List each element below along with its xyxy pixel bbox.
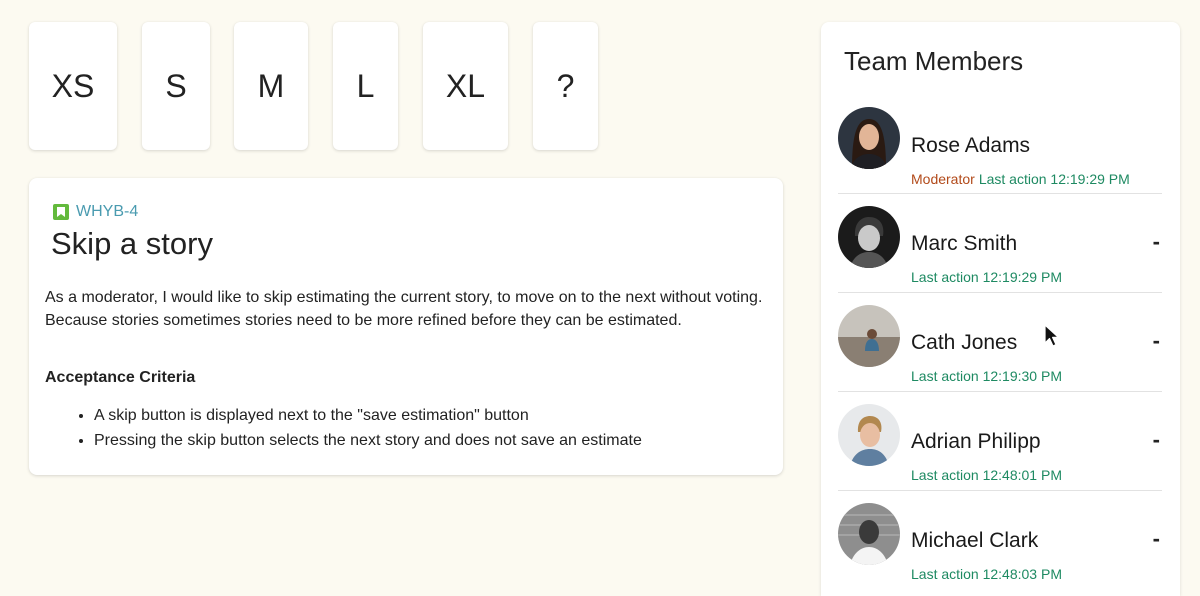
- card-xl[interactable]: XL: [423, 22, 508, 150]
- member-last-action: Last action 12:19:29 PM: [911, 269, 1062, 285]
- member-estimate: -: [1152, 427, 1160, 452]
- member-role: Moderator: [911, 171, 975, 187]
- member-rose-adams: Rose Adams Moderator Last action 12:19:29…: [821, 94, 1180, 193]
- acceptance-criteria-list: A skip button is displayed next to the "…: [45, 403, 642, 453]
- member-marc-smith: Marc Smith Last action 12:19:29 PM -: [821, 193, 1180, 292]
- divider: [838, 490, 1162, 491]
- team-members-title: Team Members: [844, 46, 1024, 76]
- member-name: Adrian Philipp: [911, 430, 1041, 453]
- criteria-item: A skip button is displayed next to the "…: [94, 403, 642, 428]
- member-cath-jones: Cath Jones Last action 12:19:30 PM -: [821, 292, 1180, 391]
- bookmark-icon: [53, 204, 69, 220]
- story-key-link[interactable]: WHYB-4: [76, 203, 138, 221]
- avatar: [838, 206, 900, 268]
- member-last-action: Last action 12:19:30 PM: [911, 368, 1062, 384]
- acceptance-criteria-heading: Acceptance Criteria: [45, 369, 196, 386]
- divider: [838, 193, 1162, 194]
- member-meta: Moderator Last action 12:19:29 PM: [911, 171, 1130, 187]
- member-estimate: -: [1152, 229, 1160, 254]
- member-name: Rose Adams: [911, 134, 1031, 157]
- member-last-action: Last action 12:48:01 PM: [911, 467, 1062, 483]
- avatar: [838, 107, 900, 169]
- member-name: Michael Clark: [911, 529, 1039, 552]
- story-panel: WHYB-4 Skip a story As a moderator, I wo…: [29, 178, 783, 475]
- team-members-panel: Team Members Rose Adams Moderator Last ac…: [821, 22, 1180, 596]
- story-description: As a moderator, I would like to skip est…: [45, 289, 763, 329]
- member-last-action: Last action 12:48:03 PM: [911, 566, 1062, 582]
- member-meta: Last action 12:48:03 PM: [911, 566, 1062, 582]
- member-meta: Last action 12:19:30 PM: [911, 368, 1062, 384]
- divider: [838, 391, 1162, 392]
- member-meta: Last action 12:19:29 PM: [911, 269, 1062, 285]
- member-estimate: -: [1152, 328, 1160, 353]
- member-name: Cath Jones: [911, 331, 1018, 354]
- criteria-item: Pressing the skip button selects the nex…: [94, 428, 642, 453]
- card-l[interactable]: L: [333, 22, 398, 150]
- mouse-pointer-icon: [1044, 324, 1060, 353]
- member-name: Marc Smith: [911, 232, 1018, 255]
- member-meta: Last action 12:48:01 PM: [911, 467, 1062, 483]
- story-title: Skip a story: [51, 226, 213, 261]
- story-key: WHYB-4: [53, 203, 138, 221]
- card-m[interactable]: M: [234, 22, 308, 150]
- member-last-action: Last action 12:19:29 PM: [978, 171, 1130, 187]
- member-adrian-philipp: Adrian Philipp Last action 12:48:01 PM -: [821, 391, 1180, 490]
- divider: [838, 292, 1162, 293]
- card-s[interactable]: S: [142, 22, 210, 150]
- avatar: [838, 503, 900, 565]
- avatar: [838, 404, 900, 466]
- avatar: [838, 305, 900, 367]
- member-michael-clark: Michael Clark Last action 12:48:03 PM -: [821, 490, 1180, 589]
- card-xs[interactable]: XS: [29, 22, 117, 150]
- card-unknown[interactable]: ?: [533, 22, 598, 150]
- member-estimate: -: [1152, 526, 1160, 551]
